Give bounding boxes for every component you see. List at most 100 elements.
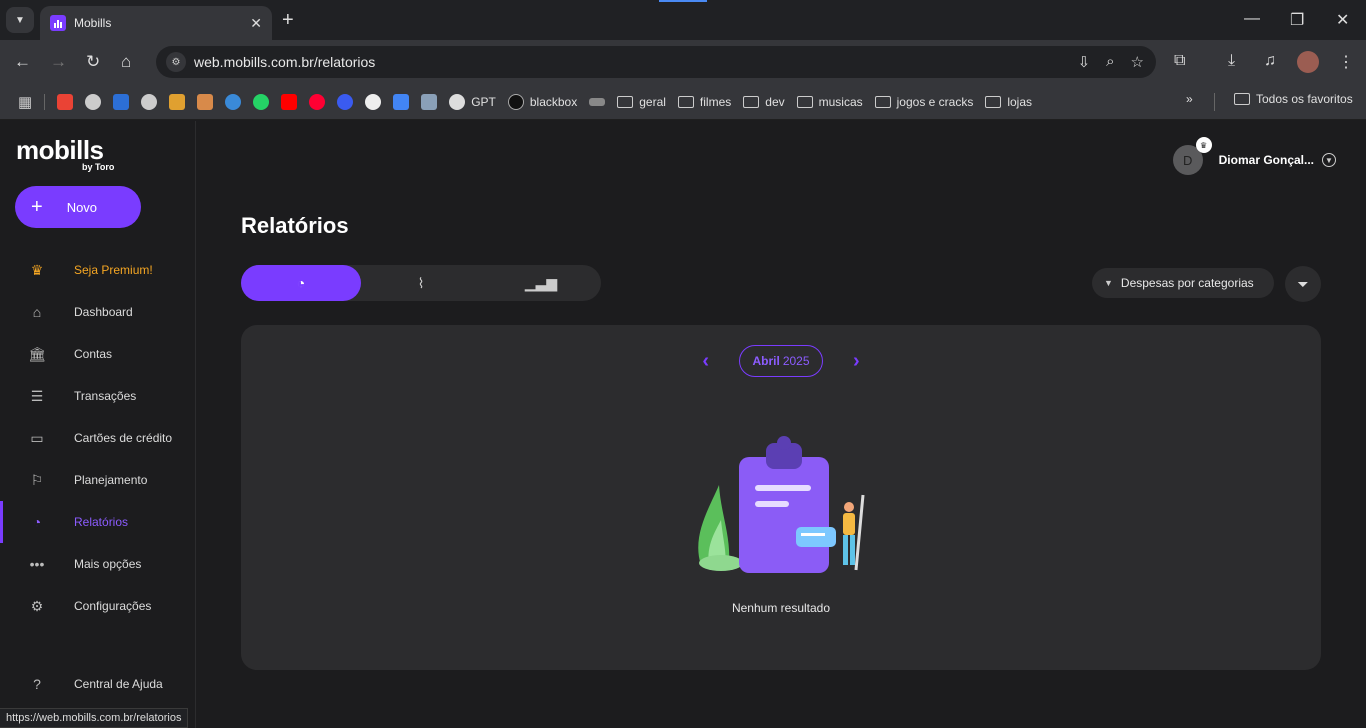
site-settings-icon[interactable]: ⚙: [166, 52, 186, 72]
new-tab-button[interactable]: +: [282, 9, 294, 32]
filter-icon: ⏷: [1297, 275, 1309, 292]
bookmark-blackbox[interactable]: blackbox: [507, 93, 577, 110]
bookmark-gmail[interactable]: [57, 93, 74, 110]
bookmark-folder-musicas[interactable]: musicas: [796, 95, 863, 109]
dots-icon: •••: [29, 556, 45, 572]
gear-icon: ⚙: [30, 597, 44, 614]
reload-icon[interactable]: ↻: [86, 52, 100, 72]
apps-icon[interactable]: ▦: [18, 93, 32, 111]
bookmark-globe[interactable]: [85, 93, 102, 110]
bookmark-youtube-music[interactable]: [309, 93, 326, 110]
more-bookmarks-icon[interactable]: »: [1186, 92, 1193, 106]
main-content: D ♛ Diomar Gonçal... ▼ Relatórios ◔ ⌇ ▁▃…: [196, 121, 1366, 728]
sidebar-item-transacoes[interactable]: ☰ Transações: [0, 378, 196, 414]
heart-icon: [337, 93, 354, 110]
extensions-icon[interactable]: ⧉: [1174, 52, 1185, 70]
bookmark-translate[interactable]: [393, 93, 410, 110]
tab-bar-chart[interactable]: ▁▃▆: [481, 265, 601, 301]
mobills-app: mobills by Toro + Novo ♛ Seja Premium! ⌂…: [0, 121, 1366, 728]
amazon-icon: [589, 97, 606, 106]
line-chart-icon: ⌇: [417, 274, 425, 291]
divider: [44, 93, 46, 110]
tab-line-chart[interactable]: ⌇: [361, 265, 481, 301]
bookmark-folder-lojas[interactable]: lojas: [985, 95, 1032, 109]
bookmark-youtube[interactable]: [281, 93, 298, 110]
sidebar-item-planejamento[interactable]: ⚐ Planejamento: [0, 462, 196, 498]
sidebar-item-configuracoes[interactable]: ⚙ Configurações: [0, 588, 196, 624]
home-icon: ⌂: [32, 304, 42, 320]
sidebar-item-relatorios[interactable]: ◔ Relatórios: [0, 504, 196, 540]
new-button[interactable]: + Novo: [15, 186, 141, 228]
bookmark-globe-2[interactable]: [141, 93, 158, 110]
year-label: 2025: [782, 354, 810, 368]
list-icon: ☰: [30, 387, 44, 404]
bookmark-gpt[interactable]: GPT: [449, 93, 496, 110]
bookmark-folder-dev[interactable]: dev: [743, 95, 785, 109]
sidebar-item-mais-opcoes[interactable]: ••• Mais opções: [0, 546, 196, 582]
bookmark-folder-jogos[interactable]: jogos e cracks: [874, 95, 973, 109]
zoom-icon[interactable]: ⌕: [1106, 53, 1114, 71]
bookmark-folder-geral[interactable]: geral: [617, 95, 666, 109]
close-icon[interactable]: ✕: [250, 15, 262, 32]
browser-toolbar: ← → ↻ ⌂ ⚙ web.mobills.com.br/relatorios …: [0, 40, 1366, 84]
logo-subtitle: by Toro: [82, 162, 115, 172]
sidebar-item-dashboard[interactable]: ⌂ Dashboard: [0, 294, 196, 330]
restore-icon[interactable]: ❐: [1290, 10, 1304, 30]
category-select[interactable]: ▼ Despesas por categorias: [1092, 268, 1274, 298]
media-icon[interactable]: ♫: [1264, 52, 1276, 70]
profile-avatar[interactable]: [1297, 51, 1319, 73]
card-icon: ▭: [30, 429, 44, 446]
tab-pie-chart[interactable]: ◔: [241, 265, 361, 301]
site-icon: [113, 93, 130, 110]
browser-tab-strip: ▼ Mobills ✕ + — ❐ ✕: [0, 0, 1366, 40]
sidebar-item-premium[interactable]: ♛ Seja Premium!: [0, 252, 196, 288]
sidebar-item-contas[interactable]: 🏛 Contas: [0, 336, 196, 372]
folder-icon: [617, 95, 634, 108]
user-menu[interactable]: D ♛ Diomar Gonçal... ▼: [1172, 137, 1336, 175]
download-icon[interactable]: ⤓: [1228, 52, 1235, 70]
browser-tab[interactable]: Mobills ✕: [40, 6, 272, 40]
bookmark-tv[interactable]: [169, 93, 186, 110]
image-icon: [421, 93, 438, 110]
globe-icon: [141, 93, 158, 110]
bookmark-site[interactable]: [113, 93, 130, 110]
star-icon[interactable]: ☆: [1131, 53, 1144, 71]
window-close-icon[interactable]: ✕: [1336, 10, 1349, 30]
page-title: Relatórios: [241, 213, 349, 238]
bookmark-github[interactable]: [365, 93, 382, 110]
minimize-icon[interactable]: —: [1244, 10, 1260, 28]
sidebar-item-ajuda[interactable]: ? Central de Ajuda: [0, 666, 196, 702]
divider: [1214, 93, 1215, 111]
category-select-label: Despesas por categorias: [1120, 276, 1254, 290]
chevron-left-icon[interactable]: ‹: [702, 350, 709, 373]
github-icon: [365, 93, 382, 110]
all-bookmarks-folder[interactable]: Todos os favoritos: [1234, 92, 1353, 106]
menu-dots-icon[interactable]: ⋮: [1338, 52, 1354, 72]
bookmark-store[interactable]: [197, 93, 214, 110]
tab-search-button[interactable]: ▼: [6, 7, 34, 33]
bookmark-fish[interactable]: [225, 93, 242, 110]
bookmark-whatsapp[interactable]: [253, 93, 270, 110]
bookmark-amazon[interactable]: [589, 97, 606, 106]
bookmark-folder-filmes[interactable]: filmes: [677, 95, 731, 109]
month-label: Abril: [752, 354, 780, 368]
bookmark-image[interactable]: [421, 93, 438, 110]
empty-state-illustration: [698, 436, 865, 573]
address-bar[interactable]: ⚙ web.mobills.com.br/relatorios ⇩ ⌕ ☆: [156, 46, 1156, 78]
url-text: web.mobills.com.br/relatorios: [194, 54, 376, 70]
flag-icon: ⚐: [30, 471, 44, 488]
sidebar-item-cartoes[interactable]: ▭ Cartões de crédito: [0, 420, 196, 456]
forward-icon[interactable]: →: [50, 52, 67, 72]
bookmark-heart[interactable]: [337, 93, 354, 110]
folder-icon: [677, 95, 694, 108]
chevron-down-icon: ▼: [15, 14, 25, 26]
chevron-right-icon[interactable]: ›: [853, 350, 860, 373]
month-picker[interactable]: Abril 2025: [739, 345, 823, 377]
folder-icon: [985, 95, 1002, 108]
filter-button[interactable]: ⏷: [1285, 266, 1321, 302]
sidebar: mobills by Toro + Novo ♛ Seja Premium! ⌂…: [0, 121, 196, 728]
home-icon[interactable]: ⌂: [121, 52, 131, 72]
back-icon[interactable]: ←: [14, 52, 31, 72]
user-avatar: D ♛: [1172, 137, 1212, 175]
install-app-icon[interactable]: ⇩: [1078, 53, 1091, 71]
